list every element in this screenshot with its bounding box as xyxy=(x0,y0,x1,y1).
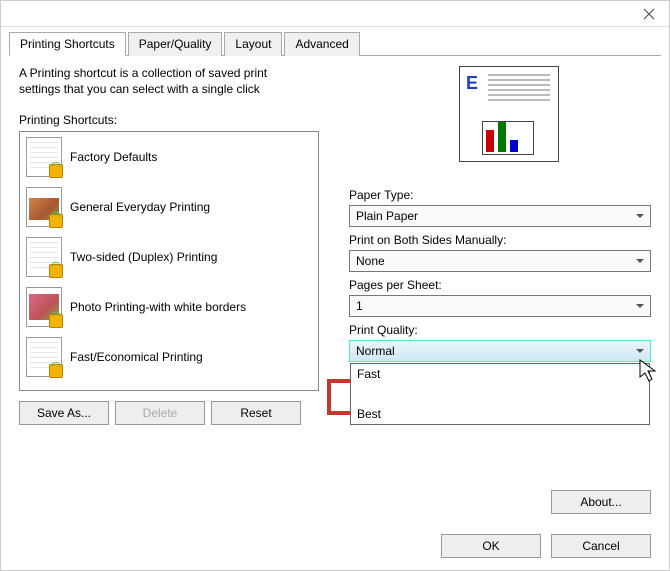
preview-chart-icon xyxy=(482,121,534,155)
tab-printing-shortcuts[interactable]: Printing Shortcuts xyxy=(9,32,126,56)
pages-per-sheet-value: 1 xyxy=(356,299,363,313)
document-icon xyxy=(26,337,62,377)
lock-icon xyxy=(49,164,63,178)
print-quality-dropdown: Fast Best xyxy=(350,363,650,425)
tab-layout[interactable]: Layout xyxy=(224,32,282,56)
save-as-button[interactable]: Save As... xyxy=(19,401,109,425)
titlebar xyxy=(1,1,669,27)
shortcuts-description: A Printing shortcut is a collection of s… xyxy=(19,66,299,97)
shortcut-label: Factory Defaults xyxy=(70,150,157,164)
shortcut-label: General Everyday Printing xyxy=(70,200,210,214)
shortcut-item-factory-defaults[interactable]: Factory Defaults xyxy=(20,132,318,182)
both-sides-label: Print on Both Sides Manually: xyxy=(349,233,651,247)
reset-button[interactable]: Reset xyxy=(211,401,301,425)
document-icon xyxy=(26,237,62,277)
shortcut-item-photo[interactable]: Photo Printing-with white borders xyxy=(20,282,318,332)
close-button[interactable] xyxy=(629,1,669,27)
shortcut-item-duplex[interactable]: Two-sided (Duplex) Printing xyxy=(20,232,318,282)
print-quality-option-fast[interactable]: Fast xyxy=(351,364,649,384)
document-icon xyxy=(26,187,62,227)
ok-button[interactable]: OK xyxy=(441,534,541,558)
cancel-button[interactable]: Cancel xyxy=(551,534,651,558)
print-quality-label: Print Quality: xyxy=(349,323,651,337)
about-button[interactable]: About... xyxy=(551,490,651,514)
both-sides-value: None xyxy=(356,254,385,268)
paper-type-select[interactable]: Plain Paper xyxy=(349,205,651,227)
tab-strip: Printing Shortcuts Paper/Quality Layout … xyxy=(9,31,661,56)
shortcuts-list-label: Printing Shortcuts: xyxy=(19,113,329,127)
pages-per-sheet-select[interactable]: 1 xyxy=(349,295,651,317)
both-sides-select[interactable]: None xyxy=(349,250,651,272)
shortcut-item-everyday[interactable]: General Everyday Printing xyxy=(20,182,318,232)
tab-advanced[interactable]: Advanced xyxy=(284,32,359,56)
shortcut-item-fast[interactable]: Fast/Economical Printing xyxy=(20,332,318,382)
shortcut-label: Fast/Economical Printing xyxy=(70,350,203,364)
lock-icon xyxy=(49,264,63,278)
page-preview: E xyxy=(459,66,559,162)
shortcut-label: Photo Printing-with white borders xyxy=(70,300,246,314)
print-preferences-dialog: Printing Shortcuts Paper/Quality Layout … xyxy=(0,0,670,571)
shortcuts-list[interactable]: Factory Defaults General Everyday Printi… xyxy=(19,131,319,391)
shortcut-label: Two-sided (Duplex) Printing xyxy=(70,250,217,264)
pages-per-sheet-label: Pages per Sheet: xyxy=(349,278,651,292)
close-icon xyxy=(643,8,655,20)
document-icon xyxy=(26,287,62,327)
paper-type-value: Plain Paper xyxy=(356,209,418,223)
print-quality-value: Normal xyxy=(356,344,395,358)
lock-icon xyxy=(49,214,63,228)
print-quality-select[interactable]: Normal Fast Best xyxy=(349,340,651,362)
delete-button: Delete xyxy=(115,401,205,425)
print-quality-option-hidden[interactable] xyxy=(351,384,649,404)
lock-icon xyxy=(49,364,63,378)
document-icon xyxy=(26,137,62,177)
lock-icon xyxy=(49,314,63,328)
tab-paper-quality[interactable]: Paper/Quality xyxy=(128,32,223,56)
paper-type-label: Paper Type: xyxy=(349,188,651,202)
preview-letter: E xyxy=(466,73,478,94)
print-quality-option-best[interactable]: Best xyxy=(351,404,649,424)
